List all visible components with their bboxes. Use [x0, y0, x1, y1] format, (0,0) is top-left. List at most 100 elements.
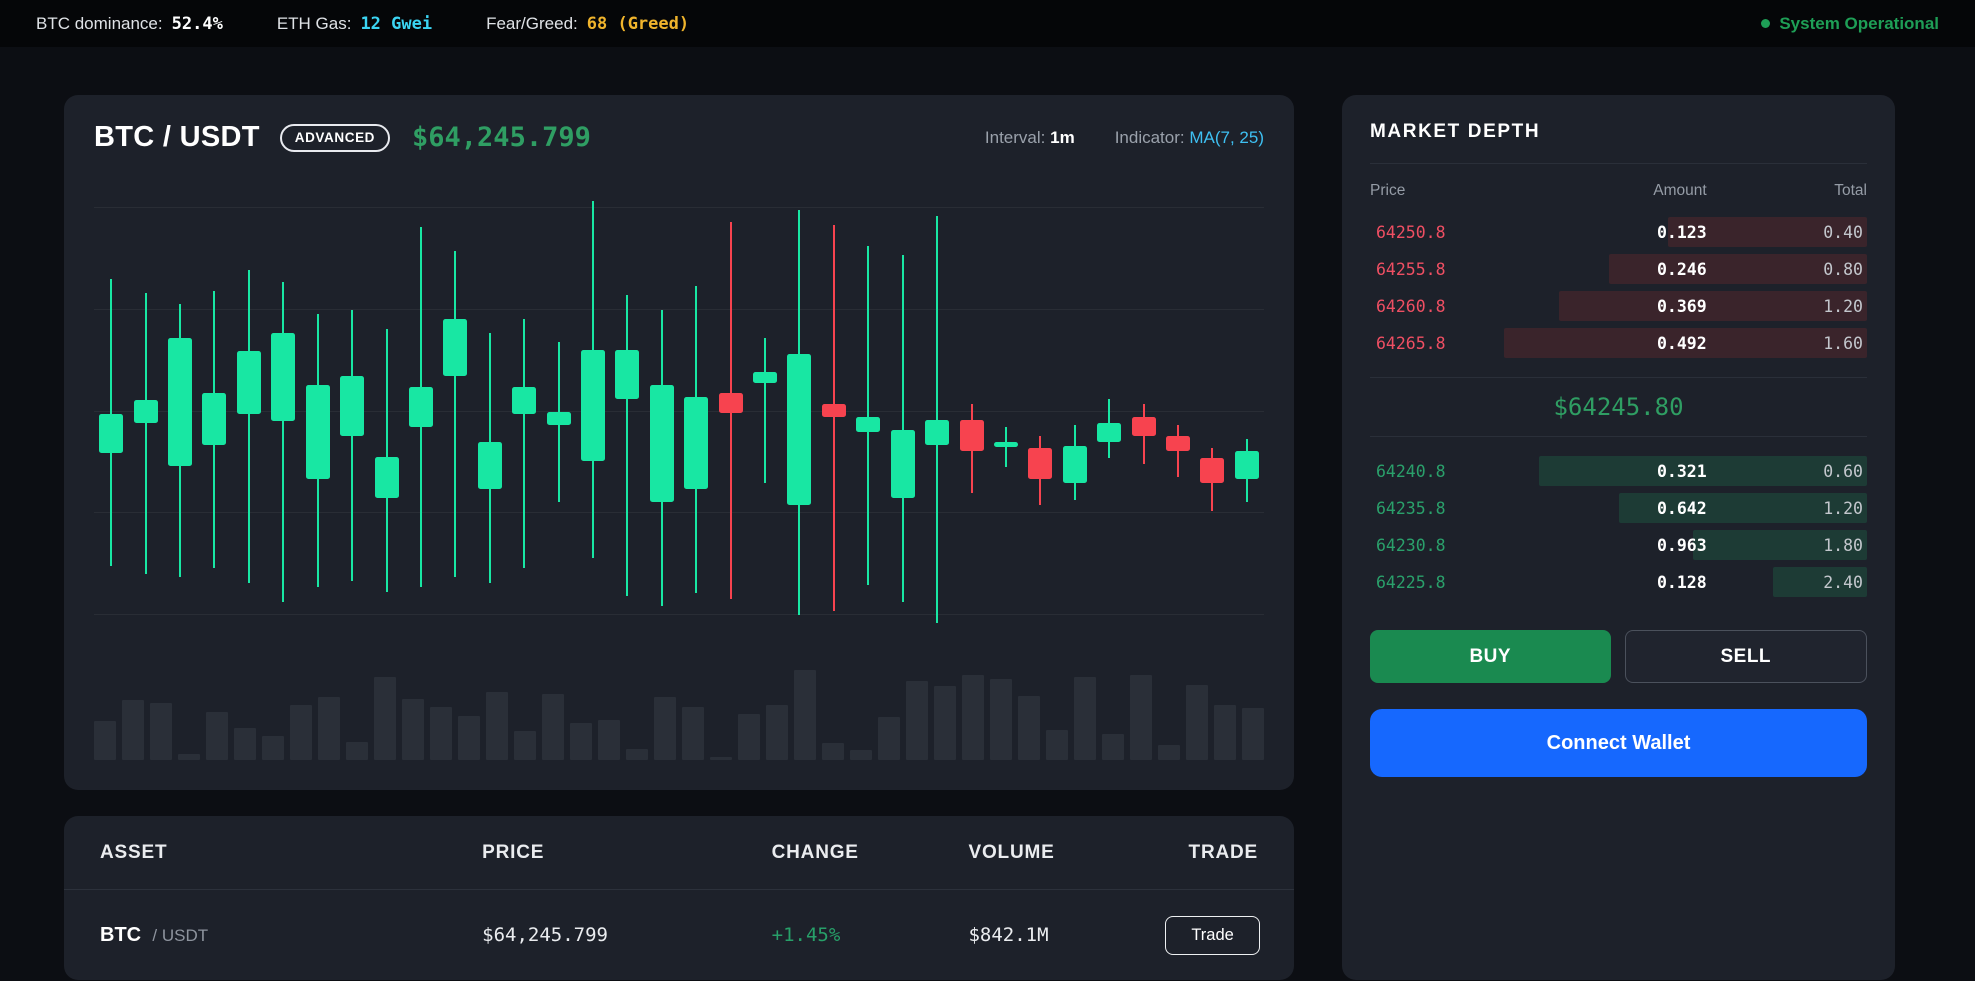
pair-title: BTC / USDT	[94, 121, 260, 154]
trade-button[interactable]: Trade	[1165, 916, 1260, 955]
ask-row[interactable]: 64260.80.3691.20	[1370, 291, 1867, 321]
volume-bar	[990, 679, 1012, 760]
volume-bar	[290, 705, 312, 760]
ask-amount: 0.123	[1546, 223, 1706, 242]
bid-amount: 0.642	[1546, 499, 1706, 518]
ask-total: 1.20	[1707, 297, 1867, 316]
status-dot-icon	[1761, 19, 1770, 28]
header-asset: ASSET	[100, 842, 482, 864]
ask-price: 64260.8	[1370, 297, 1546, 316]
bid-row[interactable]: 64230.80.9631.80	[1370, 530, 1867, 560]
bid-total: 1.80	[1707, 536, 1867, 555]
candle-up	[925, 420, 949, 445]
live-price: $64,245.799	[412, 122, 591, 153]
ask-amount: 0.246	[1546, 260, 1706, 279]
candle-up	[271, 333, 295, 422]
buy-button[interactable]: BUY	[1370, 630, 1611, 683]
assets-table-header: ASSET PRICE CHANGE VOLUME TRADE	[64, 816, 1294, 890]
candle-up	[202, 393, 226, 446]
volume-bar	[1018, 696, 1040, 760]
candle-up	[478, 442, 502, 489]
candlestick-chart	[94, 180, 1264, 632]
asset-cell: BTC / USDT	[100, 924, 482, 947]
assets-table-panel: ASSET PRICE CHANGE VOLUME TRADE BTC / US…	[64, 816, 1294, 980]
candle-down	[822, 404, 846, 417]
volume-bar	[794, 670, 816, 760]
bid-total: 1.20	[1707, 499, 1867, 518]
candle-down	[719, 393, 743, 414]
advanced-badge: ADVANCED	[280, 124, 390, 152]
candle-up	[306, 385, 330, 479]
table-row: BTC / USDT $64,245.799 +1.45% $842.1M Tr…	[64, 890, 1294, 980]
candle-up	[340, 376, 364, 436]
candle-wick	[282, 282, 284, 602]
bid-total: 2.40	[1707, 573, 1867, 592]
header-price: PRICE	[482, 842, 772, 864]
depth-header-amount: Amount	[1546, 182, 1706, 200]
indicator-control[interactable]: Indicator: MA(7, 25)	[1115, 128, 1264, 148]
depth-header-price: Price	[1370, 182, 1546, 200]
trade-cell: Trade	[1165, 916, 1260, 955]
change-cell: +1.45%	[772, 924, 969, 946]
market-depth-title: MARKET DEPTH	[1370, 121, 1867, 164]
candle-up	[753, 372, 777, 383]
chart-gridline	[94, 614, 1264, 615]
fear-greed-stat: Fear/Greed: 68 (Greed)	[486, 14, 689, 34]
volume-bar	[486, 692, 508, 760]
candle-up	[787, 354, 811, 505]
bid-row[interactable]: 64225.80.1282.40	[1370, 567, 1867, 597]
bid-price: 64240.8	[1370, 462, 1546, 481]
candle-wick	[1005, 427, 1007, 468]
header-trade: TRADE	[1189, 842, 1258, 864]
sell-button[interactable]: SELL	[1625, 630, 1868, 683]
candle-up	[237, 351, 261, 413]
ask-price: 64255.8	[1370, 260, 1546, 279]
indicator-value: MA(7, 25)	[1189, 128, 1264, 147]
candle-wick	[626, 295, 628, 596]
header-volume: VOLUME	[968, 842, 1165, 864]
ask-amount: 0.492	[1546, 334, 1706, 353]
bid-total: 0.60	[1707, 462, 1867, 481]
candle-up	[994, 442, 1018, 447]
candle-up	[684, 397, 708, 489]
interval-control[interactable]: Interval: 1m	[985, 128, 1075, 148]
candle-up	[512, 387, 536, 413]
candle-wick	[523, 319, 525, 568]
candle-down	[960, 420, 984, 451]
candle-up	[615, 350, 639, 399]
volume-bar	[1046, 730, 1068, 760]
volume-bar	[570, 723, 592, 760]
connect-wallet-button[interactable]: Connect Wallet	[1370, 709, 1867, 777]
volume-bar	[178, 754, 200, 760]
volume-bar	[122, 700, 144, 760]
candle-down	[1166, 436, 1190, 451]
bid-row[interactable]: 64240.80.3210.60	[1370, 456, 1867, 486]
candle-up	[375, 457, 399, 498]
volume-bar	[1242, 708, 1264, 760]
volume-bar	[1102, 734, 1124, 760]
eth-gas-stat: ETH Gas: 12 Gwei	[277, 14, 432, 34]
volume-bar	[654, 697, 676, 760]
volume-bar	[542, 694, 564, 760]
candle-down	[1132, 417, 1156, 436]
candle-wick	[145, 293, 147, 574]
ask-row[interactable]: 64265.80.4921.60	[1370, 328, 1867, 358]
interval-label: Interval:	[985, 128, 1045, 147]
candle-up	[891, 430, 915, 499]
ask-row[interactable]: 64255.80.2460.80	[1370, 254, 1867, 284]
bid-row[interactable]: 64235.80.6421.20	[1370, 493, 1867, 523]
candle-up	[1235, 451, 1259, 479]
fear-greed-label: Fear/Greed:	[486, 14, 578, 34]
price-cell: $64,245.799	[482, 924, 772, 946]
volume-bar	[626, 749, 648, 760]
ask-price: 64265.8	[1370, 334, 1546, 353]
ask-row[interactable]: 64250.80.1230.40	[1370, 217, 1867, 247]
volume-bar	[1158, 745, 1180, 760]
order-buttons: BUY SELL	[1370, 630, 1867, 683]
chart-gridline	[94, 309, 1264, 310]
volume-bar	[850, 750, 872, 760]
ask-total: 0.80	[1707, 260, 1867, 279]
depth-column-headers: Price Amount Total	[1370, 182, 1867, 200]
candle-up	[650, 385, 674, 502]
chart-panel: BTC / USDT ADVANCED $64,245.799 Interval…	[64, 95, 1294, 790]
